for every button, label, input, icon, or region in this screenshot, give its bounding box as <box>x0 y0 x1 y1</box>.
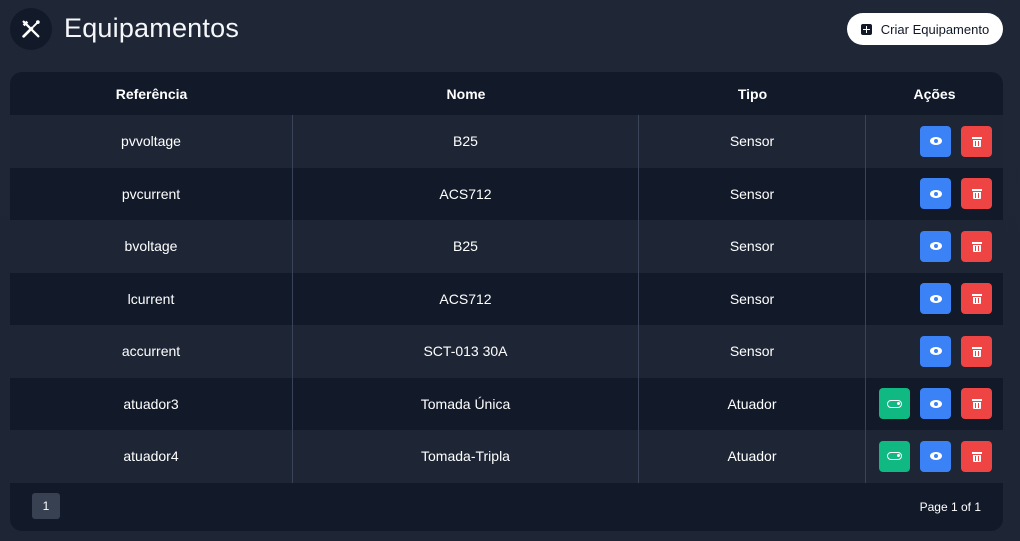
cell-referencia: lcurrent <box>10 272 293 325</box>
trash-icon <box>971 188 982 200</box>
cell-nome: SCT-013 30A <box>293 325 639 378</box>
toggle-on-icon <box>887 399 902 408</box>
table-body: pvvoltage B25 Sensor pvcurrent ACS712 Se… <box>10 115 1003 483</box>
table-row: pvcurrent ACS712 Sensor <box>10 167 1003 221</box>
table-row: lcurrent ACS712 Sensor <box>10 272 1003 326</box>
view-button[interactable] <box>920 283 951 315</box>
cell-actions <box>866 273 1003 326</box>
table-row: atuador3 Tomada Única Atuador <box>10 377 1003 431</box>
cell-nome: B25 <box>293 115 639 168</box>
eye-icon <box>929 452 942 461</box>
view-button[interactable] <box>920 388 951 420</box>
cell-referencia: pvcurrent <box>10 167 293 220</box>
table-row: bvoltage B25 Sensor <box>10 220 1003 273</box>
column-header-acoes: Ações <box>913 85 956 102</box>
view-button[interactable] <box>920 440 951 472</box>
cell-actions <box>866 220 1003 273</box>
trash-icon <box>971 241 982 252</box>
table-header: Referência Nome Tipo Ações <box>10 72 1003 115</box>
eye-icon <box>929 242 942 251</box>
view-button[interactable] <box>920 335 951 367</box>
eye-icon <box>929 137 942 146</box>
delete-button[interactable] <box>961 178 992 210</box>
cell-tipo: Sensor <box>639 272 866 325</box>
view-button[interactable] <box>920 230 951 262</box>
cell-referencia: accurrent <box>10 325 293 378</box>
page-info: Page 1 of 1 <box>919 500 981 514</box>
table-row: atuador4 Tomada-Tripla Atuador <box>10 430 1003 483</box>
page-title: Equipamentos <box>64 13 240 43</box>
cell-actions <box>866 325 1003 378</box>
page-button-1[interactable]: 1 <box>32 493 60 519</box>
cell-tipo: Sensor <box>639 325 866 378</box>
page: Equipamentos Criar Equipamento Referênci… <box>0 0 1020 541</box>
create-equipment-label: Criar Equipamento <box>880 21 990 37</box>
equipment-table: Referência Nome Tipo Ações pvvoltage B25… <box>10 72 1003 531</box>
plus-square-icon <box>860 23 872 35</box>
column-header-tipo: Tipo <box>737 85 768 102</box>
view-button[interactable] <box>920 125 951 157</box>
header: Equipamentos Criar Equipamento <box>0 0 1020 60</box>
eye-icon <box>929 294 942 303</box>
trash-icon <box>971 398 982 410</box>
cell-nome: B25 <box>293 220 639 273</box>
delete-button[interactable] <box>961 230 992 262</box>
cell-referencia: atuador3 <box>10 377 293 430</box>
cell-referencia: pvvoltage <box>10 115 293 168</box>
cell-referencia: atuador4 <box>10 430 293 483</box>
delete-button[interactable] <box>961 335 992 367</box>
cell-nome: Tomada-Tripla <box>293 430 639 483</box>
delete-button[interactable] <box>961 283 992 315</box>
column-header-referencia: Referência <box>115 85 188 102</box>
delete-button[interactable] <box>961 440 992 472</box>
cell-tipo: Atuador <box>639 377 866 430</box>
tools-icon <box>10 8 52 50</box>
table-row: accurrent SCT-013 30A Sensor <box>10 325 1003 378</box>
cell-actions <box>866 430 1003 483</box>
table-row: pvvoltage B25 Sensor <box>10 115 1003 168</box>
cell-tipo: Sensor <box>639 167 866 220</box>
toggle-button[interactable] <box>879 388 910 420</box>
trash-icon <box>971 346 982 357</box>
eye-icon <box>929 399 942 408</box>
toggle-on-icon <box>887 452 902 461</box>
cell-nome: ACS712 <box>293 272 639 325</box>
trash-icon <box>971 293 982 305</box>
cell-actions <box>866 168 1003 221</box>
create-equipment-button[interactable]: Criar Equipamento <box>847 13 1003 45</box>
eye-icon <box>929 189 942 198</box>
cell-referencia: bvoltage <box>10 220 293 273</box>
cell-tipo: Atuador <box>639 430 866 483</box>
table-footer: 1 Page 1 of 1 <box>10 483 1003 531</box>
cell-actions <box>866 378 1003 431</box>
column-header-nome: Nome <box>446 85 486 102</box>
delete-button[interactable] <box>961 388 992 420</box>
cell-nome: Tomada Única <box>293 377 639 430</box>
cell-nome: ACS712 <box>293 167 639 220</box>
cell-tipo: Sensor <box>639 220 866 273</box>
view-button[interactable] <box>920 178 951 210</box>
eye-icon <box>929 347 942 356</box>
trash-icon <box>971 136 982 147</box>
cell-tipo: Sensor <box>639 115 866 168</box>
delete-button[interactable] <box>961 125 992 157</box>
trash-icon <box>971 451 982 462</box>
toggle-button[interactable] <box>879 440 910 472</box>
cell-actions <box>866 115 1003 168</box>
